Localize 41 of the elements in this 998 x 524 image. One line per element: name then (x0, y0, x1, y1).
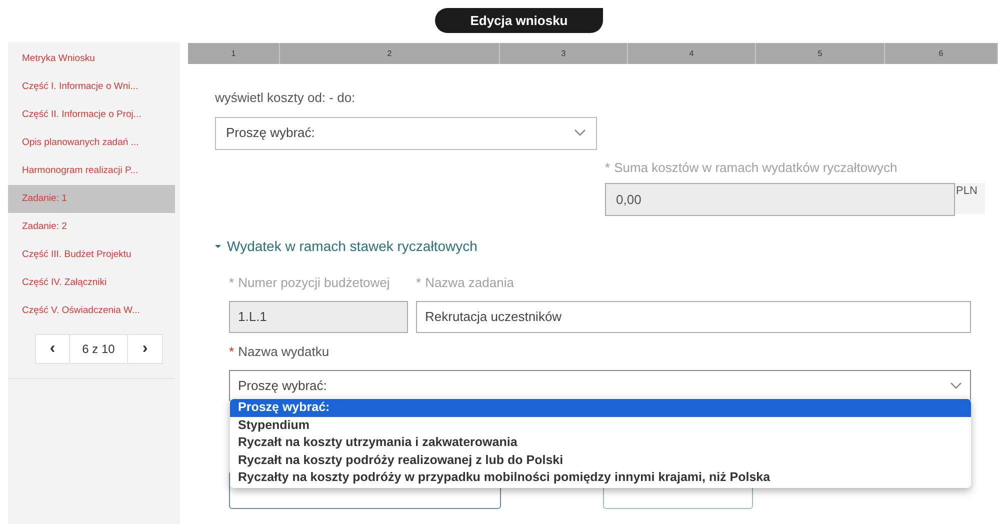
sidebar-item[interactable]: Część V. Oświadczenia W... (8, 297, 180, 325)
chevron-down-icon (574, 129, 586, 137)
step-tab[interactable]: 2 (280, 43, 500, 64)
field-label: Nazwa zadania (425, 274, 514, 292)
required-mark: * (416, 274, 422, 292)
dropdown-option[interactable]: Ryczałty na koszty podróży w przypadku mobilności pomiędzy innymi krajami, niż Polska (230, 469, 971, 486)
sidebar-item[interactable]: Opis planowanych zadań ... (8, 129, 180, 157)
sidebar-item[interactable]: Część III. Budżet Projektu (8, 241, 180, 269)
step-tab[interactable]: 5 (756, 43, 885, 64)
next-page-button[interactable]: › (128, 335, 162, 363)
step-tab[interactable]: 3 (500, 43, 628, 64)
field-label: Nazwa wydatku (238, 342, 330, 361)
required-mark: * (229, 342, 234, 360)
filter-select[interactable]: Proszę wybrać: (215, 116, 597, 150)
previous-page-button[interactable]: ‹ (36, 335, 70, 363)
dropdown-option[interactable]: Proszę wybrać: (230, 399, 971, 416)
step-tab[interactable]: 1 (188, 43, 280, 64)
dropdown-option[interactable]: Stypendium (230, 416, 971, 434)
required-mark: * (229, 274, 234, 292)
task-name-field[interactable]: Rekrutacja uczestników (416, 300, 971, 332)
sidebar-item[interactable]: Część I. Informacje o Wni... (8, 73, 180, 101)
step-tab[interactable]: 4 (628, 43, 756, 64)
field-label: Suma kosztów w ramach wydatków ryczałtowych (614, 158, 898, 177)
sidebar-item[interactable]: Metryka Wniosku (8, 45, 180, 73)
section-header[interactable]: Wydatek w ramach stawek ryczałtowych (215, 236, 478, 257)
sum-field: 0,00 (605, 183, 955, 216)
page-indicator: 6 z 10 (70, 335, 128, 363)
required-mark: * (605, 158, 610, 176)
step-tab[interactable]: 6 (885, 43, 998, 64)
chevron-down-icon (950, 382, 962, 390)
field-label: Numer pozycji budżetowej (238, 274, 390, 292)
dropdown-option[interactable]: Ryczałt na koszty podróży realizowanej z lub do Polski (230, 452, 971, 469)
page-title: Edycja wniosku (435, 8, 603, 33)
filter-label: wyświetl koszty od: - do: (215, 89, 356, 107)
sidebar-item[interactable]: Harmonogram realizacji P... (8, 157, 180, 185)
sidebar-item[interactable]: Zadanie: 2 (8, 213, 180, 241)
dropdown-option[interactable]: Ryczałt na koszty utrzymania i zakwaterowania (230, 434, 971, 452)
currency-addon: PLN (955, 183, 985, 214)
budget-number-field: 1.L.1 (229, 300, 408, 332)
sidebar-item[interactable]: Część II. Informacje o Proj... (8, 101, 180, 129)
sidebar-item[interactable]: Część IV. Załączniki (8, 269, 180, 297)
